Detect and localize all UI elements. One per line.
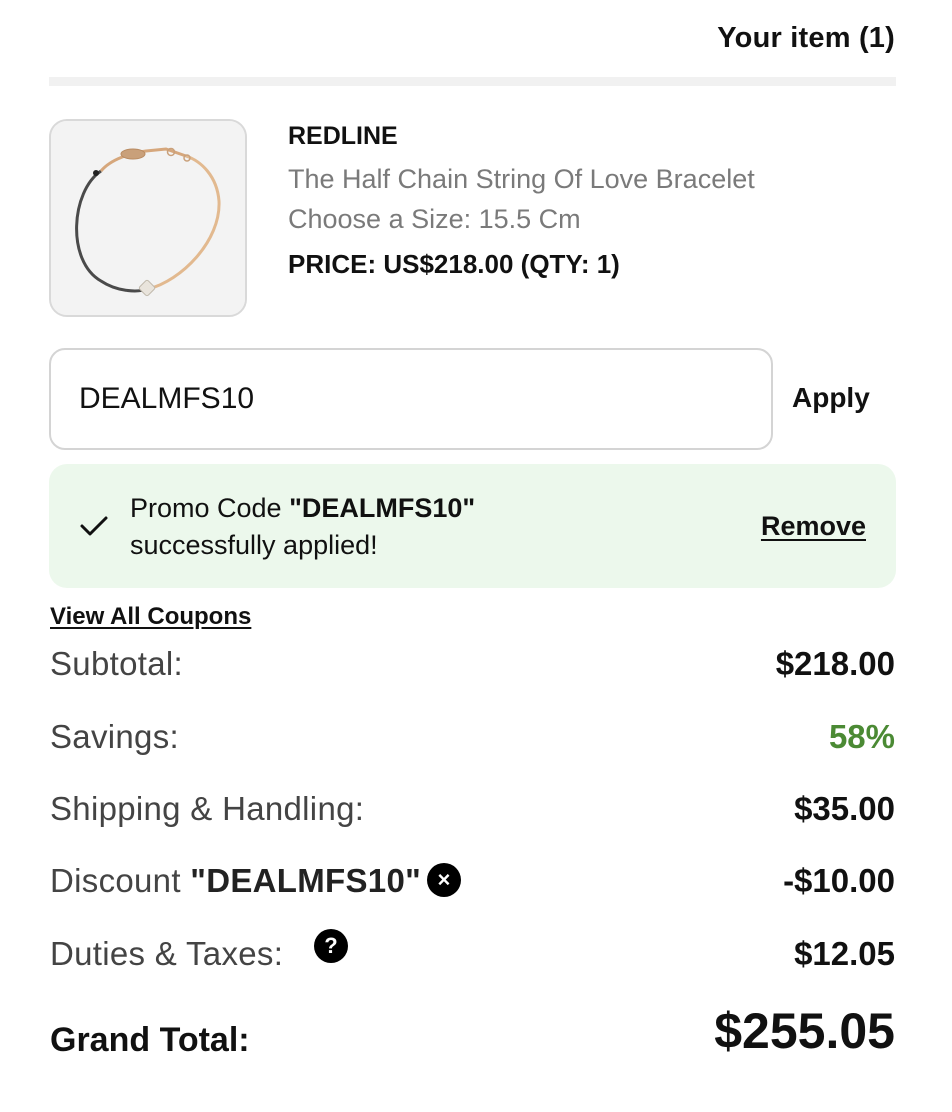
discount-code: "DEALMFS10" xyxy=(190,862,422,899)
bracelet-image-icon xyxy=(51,121,245,315)
promo-code-input[interactable] xyxy=(49,348,773,450)
subtotal-value: $218.00 xyxy=(775,645,895,682)
promo-success-suffix: successfully applied! xyxy=(130,530,378,560)
promo-success-prefix: Promo Code xyxy=(130,493,290,523)
page-title: Your item (1) xyxy=(717,22,895,54)
product-size: Choose a Size: 15.5 Cm xyxy=(288,204,581,234)
discount-label: Discount "DEALMFS10" × xyxy=(50,862,462,900)
view-all-coupons-link[interactable]: View All Coupons xyxy=(50,603,251,631)
promo-success-code: "DEALMFS10" xyxy=(289,493,476,523)
duties-value: $12.05 xyxy=(794,935,895,972)
check-icon xyxy=(80,516,108,536)
product-name[interactable]: The Half Chain String Of Love Bracelet xyxy=(288,164,755,195)
savings-label: Savings: xyxy=(50,718,179,755)
remove-promo-link[interactable]: Remove xyxy=(761,511,866,542)
grand-total-label: Grand Total: xyxy=(50,1021,250,1059)
duties-label: Duties & Taxes: xyxy=(50,935,284,972)
discount-label-text: Discount xyxy=(50,862,191,899)
duties-help-icon[interactable]: ? xyxy=(314,929,348,963)
product-price: PRICE: US$218.00 (QTY: 1) xyxy=(288,249,620,279)
grand-total-value: $255.05 xyxy=(714,1003,895,1059)
shipping-value: $35.00 xyxy=(794,790,895,827)
product-image[interactable] xyxy=(49,119,247,317)
discount-value: -$10.00 xyxy=(783,862,895,899)
subtotal-label: Subtotal: xyxy=(50,645,183,682)
product-brand: REDLINE xyxy=(288,122,398,150)
header-divider xyxy=(49,77,896,86)
savings-value: 58% xyxy=(828,718,895,755)
promo-success-banner: Promo Code "DEALMFS10" successfully appl… xyxy=(49,464,896,588)
shipping-label: Shipping & Handling: xyxy=(50,790,365,827)
remove-discount-icon[interactable]: × xyxy=(427,863,462,898)
promo-success-text: Promo Code "DEALMFS10" xyxy=(130,493,475,524)
apply-button[interactable]: Apply xyxy=(792,382,870,414)
